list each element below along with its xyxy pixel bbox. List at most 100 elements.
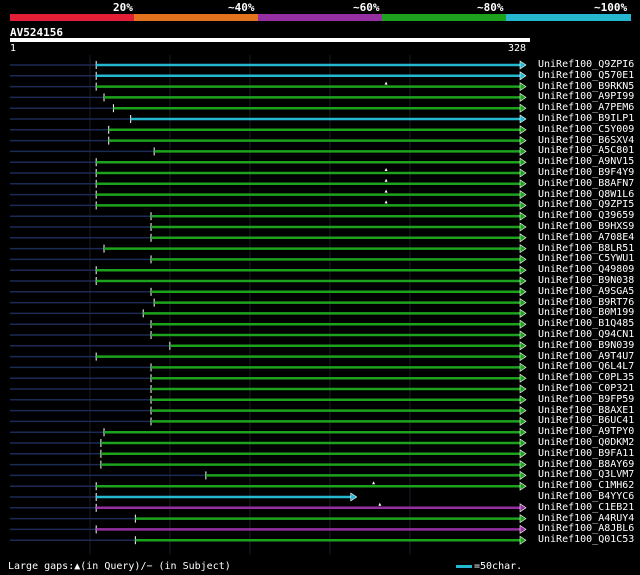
hit-name-link[interactable]: UniRef100_A8JBL6 [538, 523, 634, 534]
hit-name-link[interactable]: UniRef100_B8AFN7 [538, 178, 634, 189]
hit-name-link[interactable]: UniRef100_C1EB21 [538, 502, 634, 513]
hit-name-link[interactable]: UniRef100_B9F4Y9 [538, 167, 634, 178]
hit-arrow [519, 330, 527, 340]
hit-name-link[interactable]: UniRef100_B8AY69 [538, 459, 634, 470]
hit-name-link[interactable]: UniRef100_B9N039 [538, 340, 634, 351]
hit-arrow [519, 319, 527, 329]
hit-arrow [519, 481, 527, 491]
hit-name-link[interactable]: UniRef100_A9TPY0 [538, 426, 634, 437]
hit-name-link[interactable]: UniRef100_B0M199 [538, 307, 634, 318]
hit-arrow [519, 470, 527, 480]
hit-arrow [519, 287, 527, 297]
hit-name-link[interactable]: UniRef100_B8LR51 [538, 243, 634, 254]
hit-name-link[interactable]: UniRef100_C0PL35 [538, 372, 634, 383]
hit-name-link[interactable]: UniRef100_B9RKN5 [538, 81, 634, 92]
hit-arrow [519, 244, 527, 254]
hit-name-link[interactable]: UniRef100_Q01C53 [538, 534, 634, 545]
hit-name-link[interactable]: UniRef100_B9RT76 [538, 297, 634, 308]
hit-arrow [519, 373, 527, 383]
hit-arrow [519, 362, 527, 372]
hit-name-link[interactable]: UniRef100_A9T4U7 [538, 351, 634, 362]
hit-name-link[interactable]: UniRef100_A9NV15 [538, 156, 634, 167]
scale-legend: =50char. [456, 561, 522, 572]
hit-arrow [519, 449, 527, 459]
hit-arrow [519, 211, 527, 221]
hit-name-link[interactable]: UniRef100_C5Y009 [538, 124, 634, 135]
hit-name-link[interactable]: UniRef100_Q3LVM7 [538, 469, 634, 480]
query-gap-icon [384, 81, 388, 85]
hit-arrow [519, 298, 527, 308]
hit-arrow [519, 308, 527, 318]
hit-arrow [519, 265, 527, 275]
query-gap-icon [378, 502, 382, 506]
hit-arrow [519, 514, 527, 524]
hit-arrow [519, 190, 527, 200]
hit-name-link[interactable]: UniRef100_Q49809 [538, 264, 634, 275]
hit-name-link[interactable]: UniRef100_A9SGA5 [538, 286, 634, 297]
hit-name-link[interactable]: UniRef100_B9FP59 [538, 394, 634, 405]
hit-arrow [519, 92, 527, 102]
hit-arrow [519, 384, 527, 394]
query-gap-icon [384, 168, 388, 171]
hit-name-link[interactable]: UniRef100_Q8W1L6 [538, 189, 634, 200]
query-gap-icon [384, 178, 388, 182]
hit-name-link[interactable]: UniRef100_B6UC41 [538, 415, 634, 426]
hit-name-link[interactable]: UniRef100_C1MH62 [538, 480, 634, 491]
hit-name-link[interactable]: UniRef100_B9N038 [538, 275, 634, 286]
hit-arrow [519, 146, 527, 156]
hit-name-link[interactable]: UniRef100_Q0DKM2 [538, 437, 634, 448]
hit-arrow [519, 82, 527, 92]
hit-name-link[interactable]: UniRef100_B8AXE1 [538, 405, 634, 416]
hit-arrow [519, 233, 527, 243]
hit-arrow [350, 492, 358, 502]
hit-arrow [519, 71, 527, 81]
hit-arrow [519, 395, 527, 405]
hit-arrow [519, 438, 527, 448]
hit-arrow [519, 341, 527, 351]
hit-name-link[interactable]: UniRef100_B9FA11 [538, 448, 634, 459]
hit-arrow [519, 168, 527, 178]
hit-name-link[interactable]: UniRef100_Q9ZPI5 [538, 199, 634, 210]
hit-name-link[interactable]: UniRef100_Q9ZPI6 [538, 59, 634, 70]
hit-arrow [519, 352, 527, 362]
hit-name-link[interactable]: UniRef100_B6SXV4 [538, 135, 634, 146]
hit-arrow [519, 103, 527, 113]
hit-arrow [519, 427, 527, 437]
hit-arrow [519, 114, 527, 124]
query-gap-icon [384, 189, 388, 193]
hit-name-link[interactable]: UniRef100_C5YWU1 [538, 253, 634, 264]
hit-arrow [519, 136, 527, 146]
hit-arrow [519, 503, 527, 513]
hit-name-link[interactable]: UniRef100_B9ILP1 [538, 113, 634, 124]
query-gap-icon [372, 481, 376, 485]
hit-arrow [519, 524, 527, 534]
hit-arrow [519, 125, 527, 135]
scale-label: =50char. [474, 561, 523, 572]
hit-name-link[interactable]: UniRef100_Q570E1 [538, 70, 634, 81]
hit-arrow [519, 460, 527, 470]
hit-arrow [519, 179, 527, 189]
hit-arrow [519, 254, 527, 264]
hit-name-link[interactable]: UniRef100_A9PI99 [538, 91, 634, 102]
hit-name-link[interactable]: UniRef100_Q39659 [538, 210, 634, 221]
hit-arrow [519, 157, 527, 167]
query-gap-icon [384, 200, 388, 204]
hit-arrow [519, 406, 527, 416]
hit-name-link[interactable]: UniRef100_A708E4 [538, 232, 634, 243]
hit-name-link[interactable]: UniRef100_A5C801 [538, 145, 634, 156]
hit-name-link[interactable]: UniRef100_B4YYC6 [538, 491, 634, 502]
hit-name-link[interactable]: UniRef100_Q6L4L7 [538, 361, 634, 372]
scale-bar [456, 564, 472, 568]
hit-arrow [519, 416, 527, 426]
hit-arrow [519, 222, 527, 232]
hit-name-link[interactable]: UniRef100_A7PEM6 [538, 102, 634, 113]
hit-arrow [519, 60, 527, 70]
hit-name-link[interactable]: UniRef100_B9HXS9 [538, 221, 634, 232]
hit-name-link[interactable]: UniRef100_A4RUY4 [538, 513, 634, 524]
hit-name-link[interactable]: UniRef100_B1Q485 [538, 318, 634, 329]
hit-arrow [519, 276, 527, 286]
gap-legend: Large gaps:▲(in Query)/− (in Subject) [8, 561, 231, 572]
hit-name-link[interactable]: UniRef100_Q94CN1 [538, 329, 634, 340]
hit-name-link[interactable]: UniRef100_C0P321 [538, 383, 634, 394]
hit-arrow [519, 200, 527, 210]
